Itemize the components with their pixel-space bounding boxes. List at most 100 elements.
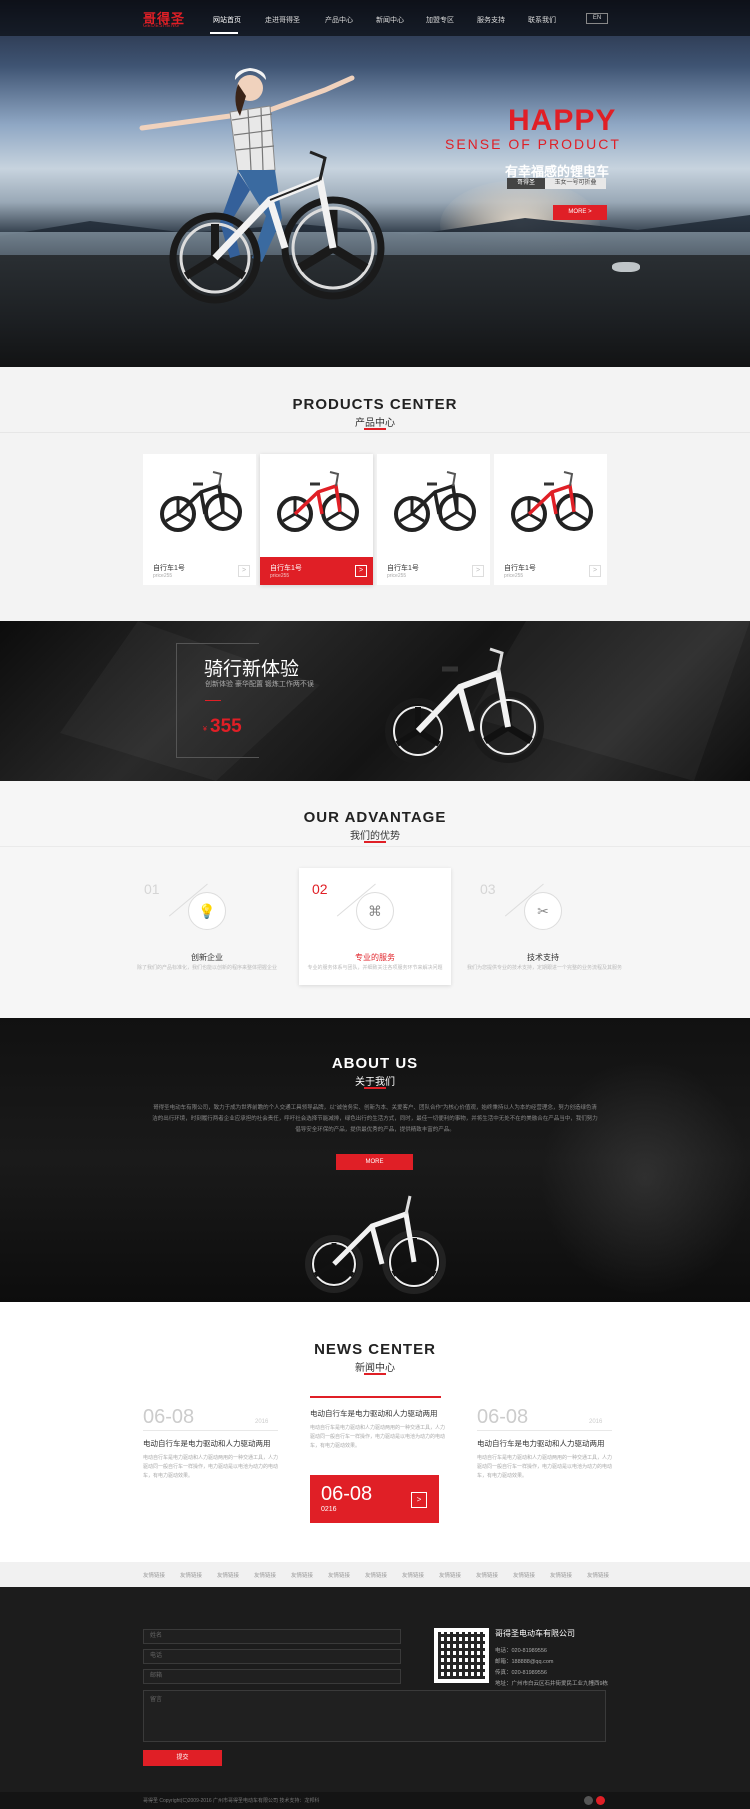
hero-model-tag: 玉女一号可折叠 [545,178,606,189]
tools-icon: ✂ [524,892,562,930]
advantage-name: 专业的服务 [355,953,395,962]
product-arrow-button[interactable]: > [238,565,250,577]
product-bike-illustration [277,471,359,532]
friend-link[interactable]: 友情链接 [254,1571,276,1579]
advantage-name: 技术支持 [527,953,559,962]
news-headline[interactable]: 电动自行车是电力驱动和人力驱动两用 [143,1438,271,1449]
advantage-card[interactable]: 03 ✂ 技术支持 我们为您提供专业的技术支持，定期跟进一个完整的业务流程及其服务 [467,868,622,985]
product-arrow-button[interactable]: > [472,565,484,577]
product-price-label: price255 [504,573,524,579]
product-price-label: price255 [387,573,407,579]
about-more-button[interactable]: MORE [336,1154,413,1170]
submit-button[interactable]: 提交 [143,1750,222,1766]
product-name[interactable]: 自行车1号 [504,563,536,573]
news-headline[interactable]: 电动自行车是电力驱动和人力驱动两用 [477,1438,605,1449]
news-featured-date-block[interactable]: 06-08 0216 > [310,1475,439,1523]
copyright-text: 哥得圣 Copyright(C)2009-2016 广州市哥得圣电动车有限公司 … [143,1798,320,1804]
advantage-description: 除了我们的产品标准化，我们也能以创新的程序来整体把握企业 [136,965,277,971]
company-name: 哥得圣电动车有限公司 [495,1629,575,1638]
product-image[interactable] [377,454,490,557]
product-card[interactable]: 自行车1号 price255 > [377,454,490,585]
hero-more-button[interactable]: MORE > [553,205,607,220]
product-card[interactable]: 自行车1号 price255 > [260,454,373,585]
ride-price: 355 [210,716,242,737]
product-price-label: price255 [270,573,290,579]
news-subtitle: 新闻中心 [355,1363,395,1374]
about-description: 哥得圣电动车有限公司，致力于成为世界前瞻的个人交通工具领导品牌，以“诚信务实、创… [152,1105,598,1133]
share-icon[interactable] [584,1796,593,1805]
hero-boat [612,262,640,272]
friend-link[interactable]: 友情链接 [587,1571,609,1579]
weibo-icon[interactable] [596,1796,605,1805]
news-excerpt: 电动自行车是电力驱动和人力驱动两用的一种交通工具，人力驱动同一般自行车一样操作，… [310,1425,446,1449]
product-card-footer[interactable]: 自行车1号 price255 > [260,557,373,585]
advantage-number: 03 [480,881,496,897]
news-headline[interactable]: 电动自行车是电力驱动和人力驱动两用 [310,1408,438,1419]
news-item-featured[interactable]: 电动自行车是电力驱动和人力驱动两用 电动自行车是电力驱动和人力驱动两用的一种交通… [310,1396,446,1530]
friend-link[interactable]: 友情链接 [439,1571,461,1579]
hero-brand-tag: 哥得圣 [507,178,545,189]
friend-link[interactable]: 友情链接 [180,1571,202,1579]
ride-bike-illustration [385,647,544,764]
grid-icon: ⌘ [356,892,394,930]
message-field[interactable]: 留言 [143,1690,606,1742]
product-name[interactable]: 自行车1号 [387,563,419,573]
product-bike-illustration [160,471,242,532]
nav-home[interactable]: 网站首页 [213,15,241,25]
advantage-number: 02 [312,881,328,897]
nav-about[interactable]: 走进哥得圣 [265,15,300,25]
language-switch-button[interactable]: EN [586,13,608,24]
news-item[interactable]: 06-08 2016 电动自行车是电力驱动和人力驱动两用 电动自行车是电力驱动和… [477,1400,612,1530]
friend-link[interactable]: 友情链接 [328,1571,350,1579]
product-image[interactable] [260,454,373,557]
product-card-footer[interactable]: 自行车1号 price255 > [143,557,256,585]
friend-link[interactable]: 友情链接 [365,1571,387,1579]
nav-franchise[interactable]: 加盟专区 [426,15,454,25]
friend-link[interactable]: 友情链接 [291,1571,313,1579]
name-field[interactable]: 姓名 [143,1629,401,1644]
product-card-footer[interactable]: 自行车1号 price255 > [377,557,490,585]
friend-link[interactable]: 友情链接 [143,1571,165,1579]
news-featured-date: 06-08 [321,1483,373,1505]
advantage-description: 专业的服务体系与团队，并细致关注各项服务环节来解决问题 [307,965,443,971]
friend-link[interactable]: 友情链接 [402,1571,424,1579]
product-image[interactable] [143,454,256,557]
advantage-title-underline [364,841,386,843]
news-title-underline [364,1373,386,1375]
nav-contact[interactable]: 联系我们 [528,15,556,25]
product-image[interactable] [494,454,607,557]
company-address: 地址：广州市白云区石井街爱民工业九幢西9栋 [495,1681,609,1687]
email-field[interactable]: 邮箱 [143,1669,401,1684]
qr-code-image [434,1628,489,1683]
nav-products[interactable]: 产品中心 [325,15,353,25]
product-arrow-button[interactable]: > [589,565,601,577]
news-divider [477,1430,612,1431]
news-featured-arrow-button[interactable]: > [411,1492,427,1508]
product-name[interactable]: 自行车1号 [270,563,302,573]
product-bike-illustration [394,471,476,532]
friend-link[interactable]: 友情链接 [217,1571,239,1579]
hero-headline: HAPPY [508,104,617,137]
about-bike-illustration [305,1195,446,1294]
product-arrow-button[interactable]: > [355,565,367,577]
friend-link[interactable]: 友情链接 [476,1571,498,1579]
product-card-footer[interactable]: 自行车1号 price255 > [494,557,607,585]
phone-field[interactable]: 电话 [143,1649,401,1664]
company-email: 邮箱：188888@qq.com [495,1659,554,1665]
nav-support[interactable]: 服务支持 [477,15,505,25]
news-item[interactable]: 06-08 2016 电动自行车是电力驱动和人力驱动两用 电动自行车是电力驱动和… [143,1400,278,1530]
ride-subtitle: 创新体验 豪华配置 锻炼工作两不误 [205,681,314,688]
about-title: ABOUT US [331,1055,419,1072]
advantage-card[interactable]: 02 ⌘ 专业的服务专业的服务体系与团队，并细致关注各项服务环节来解决问题 [299,868,451,985]
product-card[interactable]: 自行车1号 price255 > [494,454,607,585]
product-card[interactable]: 自行车1号 price255 > [143,454,256,585]
news-year: 2016 [589,1419,603,1425]
friend-link[interactable]: 友情链接 [550,1571,572,1579]
nav-news[interactable]: 新闻中心 [376,15,404,25]
news-date: 06-08 [143,1406,195,1428]
advantage-card[interactable]: 01 💡 创新企业 除了我们的产品标准化，我们也能以创新的程序来整体把握企业 [131,868,283,985]
hero-banner [0,0,750,367]
friend-link[interactable]: 友情链接 [513,1571,535,1579]
news-title: NEWS CENTER [314,1341,436,1358]
product-name[interactable]: 自行车1号 [153,563,185,573]
